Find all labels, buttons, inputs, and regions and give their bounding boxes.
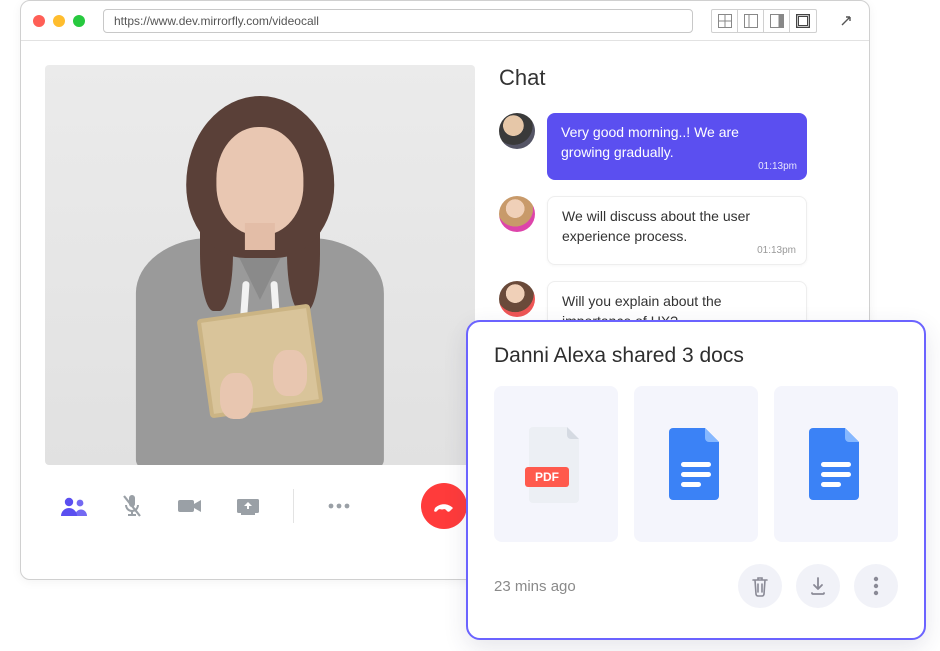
maximize-window-button[interactable] — [73, 15, 85, 27]
url-text: https://www.dev.mirrorfly.com/videocall — [114, 14, 319, 28]
more-button[interactable] — [854, 564, 898, 608]
window-controls — [33, 15, 85, 27]
share-footer: 23 mins ago — [494, 564, 898, 608]
share-screen-button[interactable] — [233, 491, 263, 521]
gdoc-file-icon — [807, 426, 865, 502]
grid-icon — [718, 14, 732, 28]
delete-button[interactable] — [738, 564, 782, 608]
split-left-icon — [744, 14, 758, 28]
share-title: Danni Alexa shared 3 docs — [494, 344, 898, 368]
chat-title: Chat — [499, 65, 847, 91]
message-time: 01:13pm — [757, 244, 796, 258]
layout-full-button[interactable] — [790, 10, 816, 32]
layout-toolbar — [711, 9, 817, 33]
video-icon — [176, 496, 204, 516]
doc-tile-pdf[interactable]: PDF — [494, 386, 618, 542]
close-window-button[interactable] — [33, 15, 45, 27]
expand-arrow-icon — [839, 14, 853, 28]
expand-button[interactable] — [835, 10, 857, 32]
gdoc-file-icon — [667, 426, 725, 502]
split-right-icon — [770, 14, 784, 28]
doc-list: PDF — [494, 386, 898, 542]
video-feed — [45, 65, 475, 465]
more-horizontal-icon — [327, 502, 351, 510]
message-bubble: We will discuss about the user experienc… — [547, 196, 807, 265]
trash-icon — [750, 575, 770, 597]
video-toggle-button[interactable] — [175, 491, 205, 521]
hangup-button[interactable] — [421, 483, 467, 529]
participant-video — [45, 65, 475, 465]
layout-grid-button[interactable] — [712, 10, 738, 32]
more-options-button[interactable] — [324, 491, 354, 521]
avatar — [499, 113, 535, 149]
phone-hangup-icon — [431, 493, 457, 519]
mic-muted-icon — [120, 493, 144, 519]
call-controls — [45, 465, 481, 529]
address-bar[interactable]: https://www.dev.mirrorfly.com/videocall — [103, 9, 693, 33]
participants-icon — [60, 495, 88, 517]
chat-message: Very good morning..! We are growing grad… — [499, 113, 847, 180]
share-actions — [738, 564, 898, 608]
video-pane — [21, 41, 481, 579]
layout-split-right-button[interactable] — [764, 10, 790, 32]
download-icon — [808, 575, 828, 597]
avatar — [499, 196, 535, 232]
pdf-file-icon: PDF — [525, 425, 587, 503]
share-screen-icon — [234, 495, 262, 517]
download-button[interactable] — [796, 564, 840, 608]
message-bubble: Very good morning..! We are growing grad… — [547, 113, 807, 180]
full-icon — [796, 14, 810, 28]
svg-text:PDF: PDF — [535, 470, 559, 484]
shared-docs-card: Danni Alexa shared 3 docs PDF — [466, 320, 926, 640]
doc-tile-gdoc[interactable] — [634, 386, 758, 542]
titlebar: https://www.dev.mirrorfly.com/videocall — [21, 1, 869, 41]
message-time: 01:13pm — [758, 160, 797, 174]
more-vertical-icon — [873, 576, 879, 596]
layout-split-left-button[interactable] — [738, 10, 764, 32]
separator — [293, 489, 294, 523]
doc-tile-gdoc[interactable] — [774, 386, 898, 542]
share-timestamp: 23 mins ago — [494, 578, 576, 595]
chat-message: We will discuss about the user experienc… — [499, 196, 847, 265]
avatar — [499, 281, 535, 317]
mute-button[interactable] — [117, 491, 147, 521]
participants-button[interactable] — [59, 491, 89, 521]
minimize-window-button[interactable] — [53, 15, 65, 27]
